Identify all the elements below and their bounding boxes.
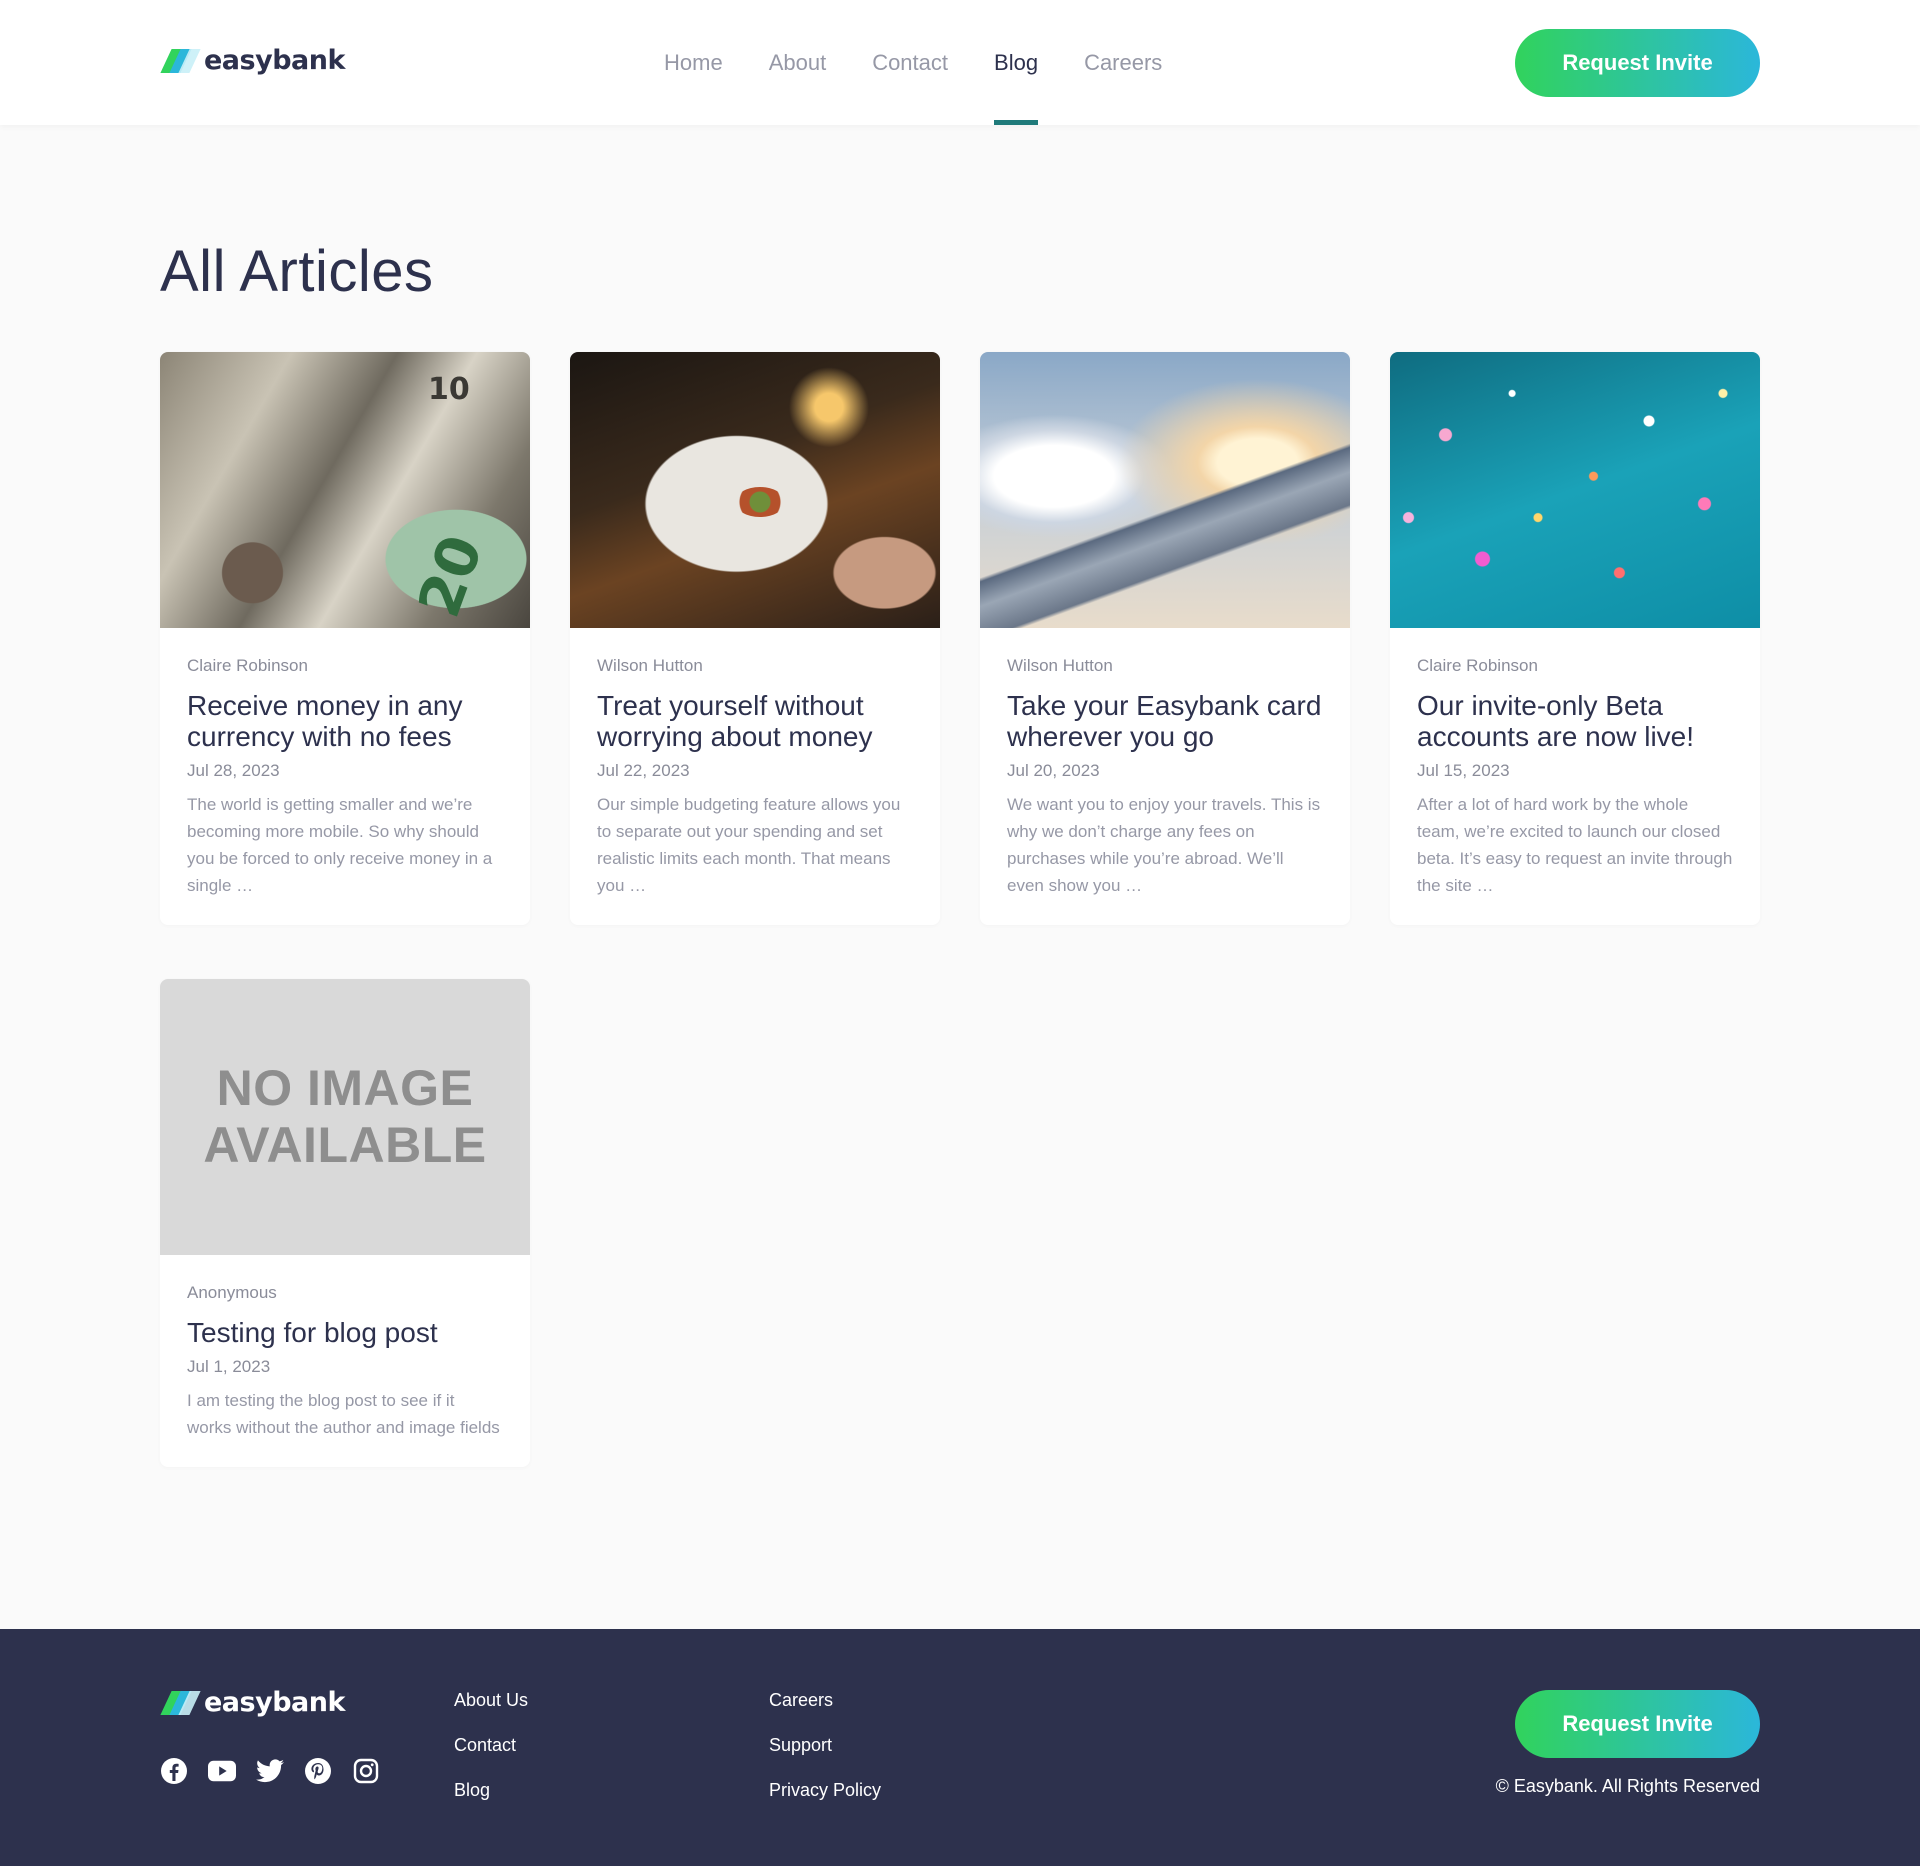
no-image-text: NO IMAGE AVAILABLE xyxy=(203,1060,487,1173)
footer-link-blog[interactable]: Blog xyxy=(454,1780,528,1805)
article-title[interactable]: Testing for blog post xyxy=(187,1317,503,1348)
instagram-icon[interactable] xyxy=(352,1757,380,1785)
article-excerpt: We want you to enjoy your travels. This … xyxy=(1007,795,1321,895)
youtube-icon[interactable] xyxy=(208,1757,236,1785)
twitter-icon[interactable] xyxy=(256,1757,284,1785)
site-header: easybank Home About Contact Blog Careers… xyxy=(0,0,1920,125)
article-date: Jul 1, 2023 xyxy=(187,1357,271,1376)
confetti-photo xyxy=(1390,352,1760,628)
footer-link-privacy-policy[interactable]: Privacy Policy xyxy=(769,1780,881,1805)
footer-link-about-us[interactable]: About Us xyxy=(454,1690,528,1715)
article-card[interactable]: 10 20 Claire Robinson Receive money in a… xyxy=(160,352,530,925)
banknote-ten: 10 xyxy=(428,372,470,407)
copyright-text: © Easybank. All Rights Reserved xyxy=(1495,1776,1760,1796)
article-date: Jul 20, 2023 xyxy=(1007,761,1100,780)
article-card[interactable]: NO IMAGE AVAILABLE Anonymous Testing for … xyxy=(160,979,530,1467)
footer-link-support[interactable]: Support xyxy=(769,1735,881,1760)
nav-item-blog[interactable]: Blog xyxy=(994,0,1039,125)
article-title[interactable]: Treat yourself without worrying about mo… xyxy=(597,690,913,752)
article-author: Claire Robinson xyxy=(1417,656,1538,675)
article-author: Claire Robinson xyxy=(187,656,308,675)
footer-links-col2: Careers Support Privacy Policy xyxy=(769,1690,881,1805)
article-excerpt: Our simple budgeting feature allows you … xyxy=(597,795,901,895)
header-logo[interactable]: easybank xyxy=(160,45,345,76)
article-title[interactable]: Receive money in any currency with no fe… xyxy=(187,690,503,752)
logo-mark-icon xyxy=(160,1690,201,1715)
main-nav: Home About Contact Blog Careers xyxy=(664,0,1162,125)
site-footer: easybank Request Invite xyxy=(0,1629,1920,1866)
article-author: Anonymous xyxy=(187,1283,277,1302)
article-card[interactable]: Wilson Hutton Treat yourself without wor… xyxy=(570,352,940,925)
pinterest-icon[interactable] xyxy=(304,1757,332,1785)
footer-request-invite-button[interactable]: Request Invite xyxy=(1515,1690,1760,1758)
nav-item-home[interactable]: Home xyxy=(664,0,723,125)
nav-item-careers[interactable]: Careers xyxy=(1084,0,1162,125)
article-excerpt: I am testing the blog post to see if it … xyxy=(187,1391,500,1437)
article-title[interactable]: Our invite-only Beta accounts are now li… xyxy=(1417,690,1733,752)
footer-logo[interactable]: easybank xyxy=(160,1687,345,1718)
restaurant-photo xyxy=(570,352,940,628)
logo-wordmark: easybank xyxy=(204,1687,345,1718)
logo-wordmark: easybank xyxy=(204,45,345,76)
no-image-placeholder: NO IMAGE AVAILABLE xyxy=(160,979,530,1255)
article-excerpt: After a lot of hard work by the whole te… xyxy=(1417,795,1733,895)
social-links xyxy=(160,1757,380,1785)
article-date: Jul 22, 2023 xyxy=(597,761,690,780)
article-date: Jul 28, 2023 xyxy=(187,761,280,780)
banknote-twenty: 20 xyxy=(404,526,497,626)
article-author: Wilson Hutton xyxy=(1007,656,1113,675)
article-excerpt: The world is getting smaller and we’re b… xyxy=(187,795,493,895)
article-title[interactable]: Take your Easybank card wherever you go xyxy=(1007,690,1323,752)
footer-link-contact[interactable]: Contact xyxy=(454,1735,528,1760)
article-card[interactable]: Claire Robinson Our invite-only Beta acc… xyxy=(1390,352,1760,925)
footer-link-careers[interactable]: Careers xyxy=(769,1690,881,1715)
money-photo: 10 20 xyxy=(160,352,530,628)
plane-wing-photo xyxy=(980,352,1350,628)
plated-food xyxy=(735,487,785,517)
page-title: All Articles xyxy=(160,239,434,304)
facebook-icon[interactable] xyxy=(160,1757,188,1785)
article-date: Jul 15, 2023 xyxy=(1417,761,1510,780)
logo-mark-icon xyxy=(160,48,201,73)
nav-item-contact[interactable]: Contact xyxy=(872,0,948,125)
article-card[interactable]: Wilson Hutton Take your Easybank card wh… xyxy=(980,352,1350,925)
footer-links-col1: About Us Contact Blog xyxy=(454,1690,528,1805)
request-invite-button[interactable]: Request Invite xyxy=(1515,29,1760,97)
article-author: Wilson Hutton xyxy=(597,656,703,675)
nav-item-about[interactable]: About xyxy=(769,0,827,125)
